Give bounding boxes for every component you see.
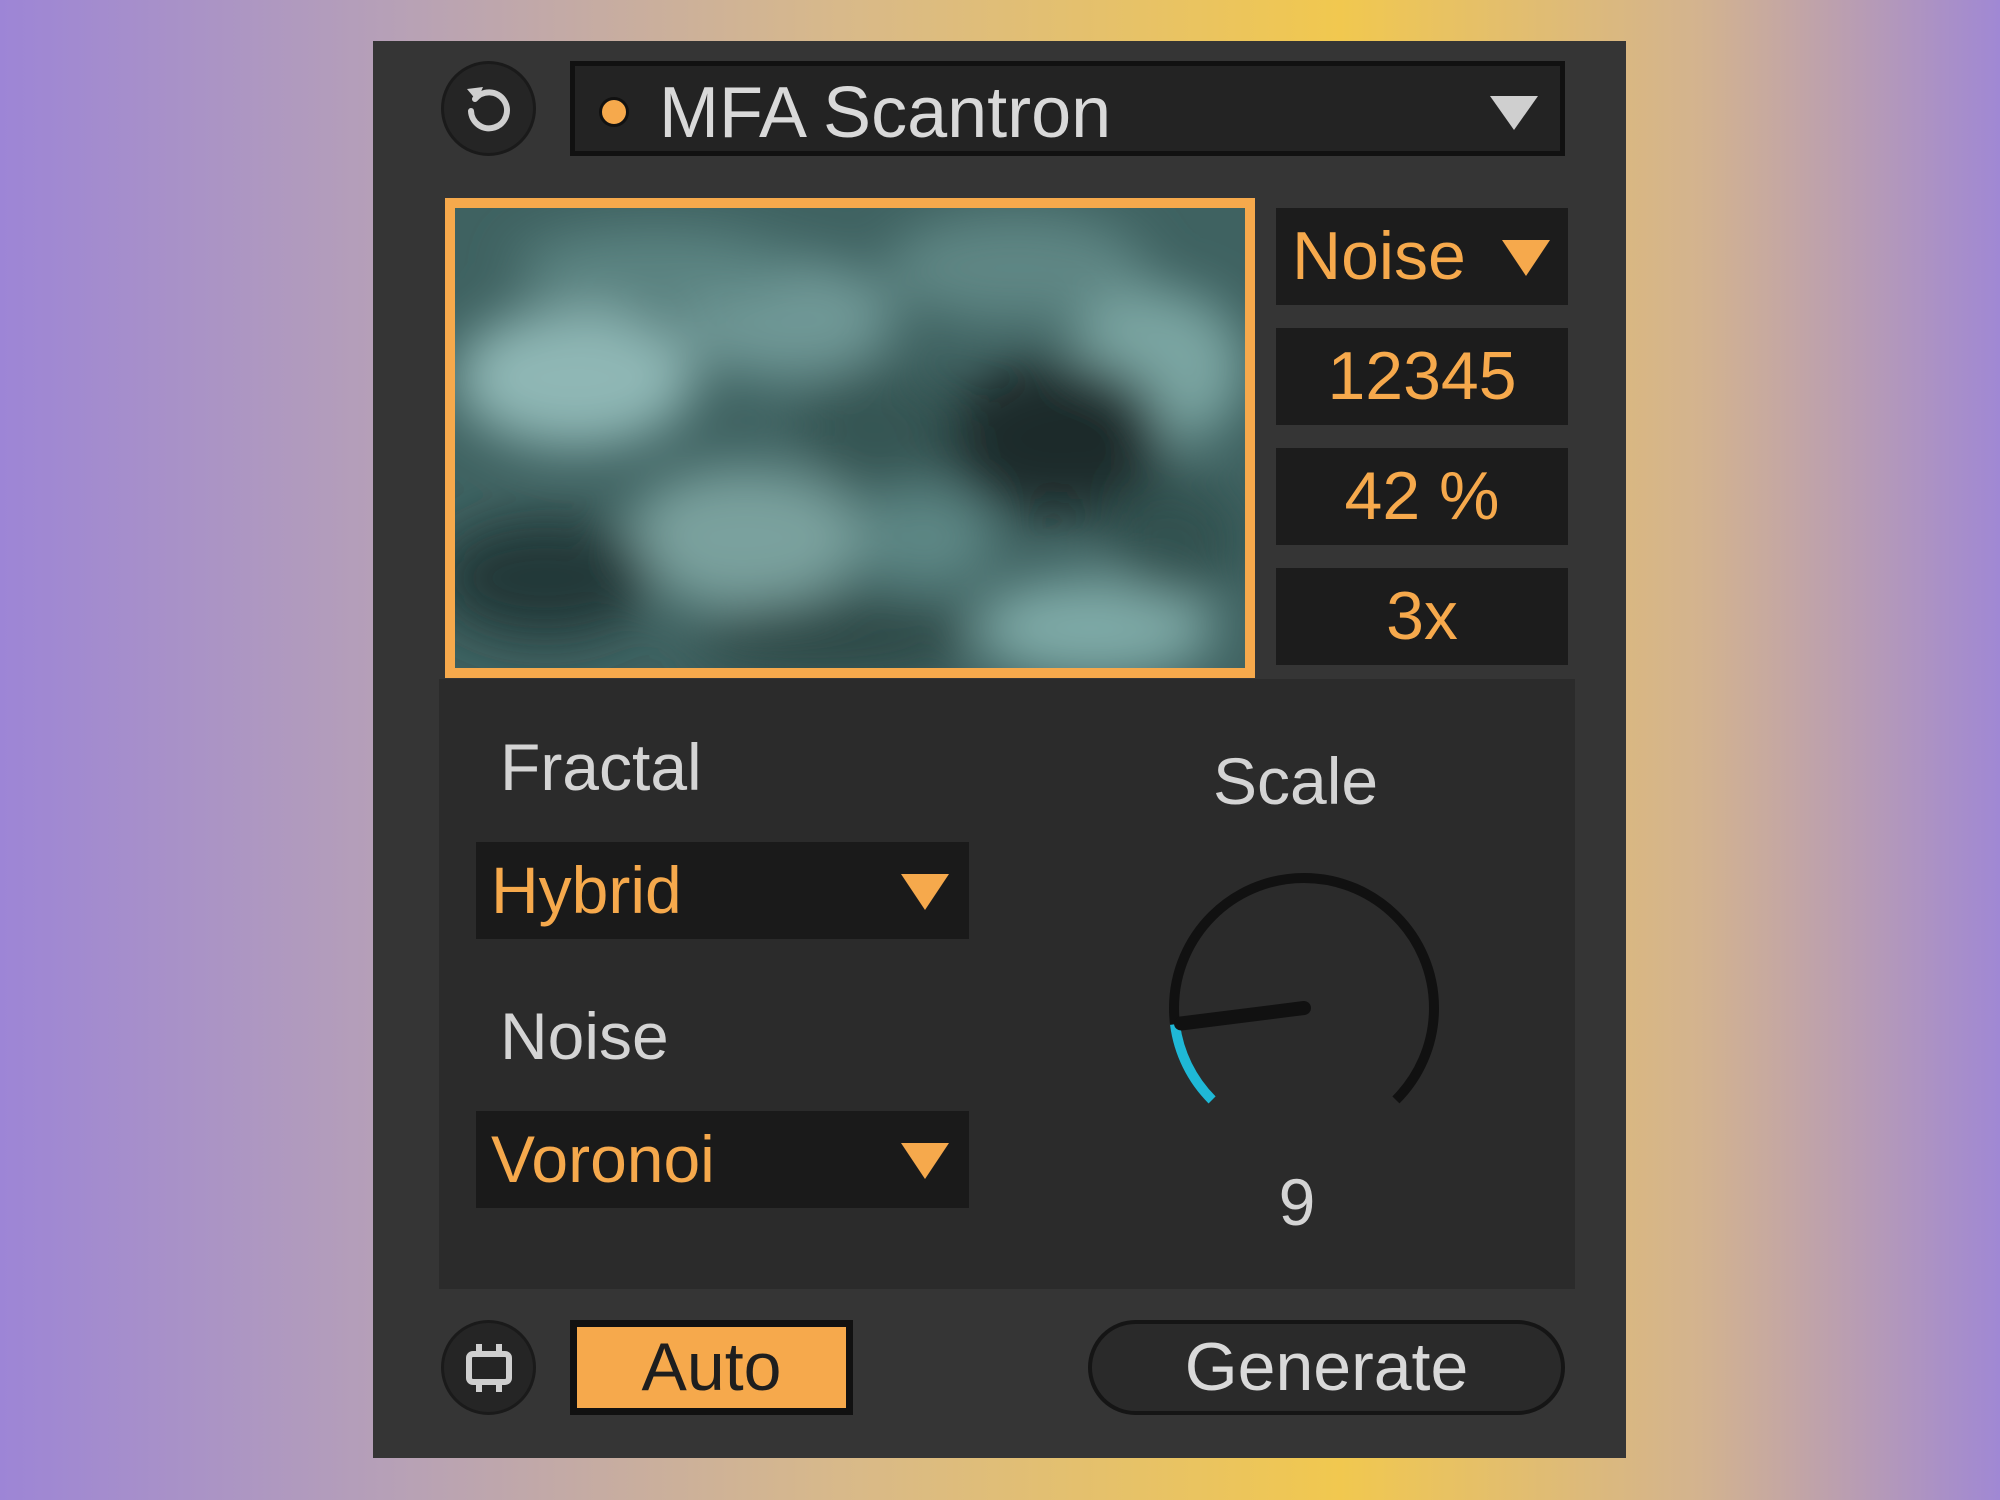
scale-label: Scale: [1213, 744, 1379, 818]
device-name-selector[interactable]: MFA Scantron: [570, 61, 1565, 156]
reset-button[interactable]: [441, 61, 536, 156]
knob-needle: [1174, 1001, 1311, 1031]
hot-swap-button[interactable]: [441, 1320, 536, 1415]
noise-dropdown[interactable]: Voronoi: [476, 1111, 969, 1208]
fractal-dropdown[interactable]: Hybrid: [476, 842, 969, 939]
reset-icon: [466, 86, 510, 131]
generate-button[interactable]: Generate: [1088, 1320, 1565, 1415]
settings-section: Fractal Hybrid Noise Voronoi Scale 9: [439, 679, 1575, 1289]
chevron-down-icon: [901, 874, 949, 910]
noise-preview[interactable]: [445, 198, 1255, 678]
fractal-dropdown-value: Hybrid: [491, 853, 682, 927]
chevron-down-icon: [1490, 96, 1538, 130]
seed-field[interactable]: 12345: [1276, 328, 1568, 425]
mode-selector[interactable]: Noise: [1276, 208, 1568, 305]
knob-track: [1169, 873, 1439, 1104]
device-status-dot: [599, 97, 629, 127]
mode-selector-value: Noise: [1292, 218, 1466, 294]
hot-swap-icon: [465, 1343, 512, 1392]
chevron-down-icon: [901, 1143, 949, 1179]
chevron-down-icon: [1502, 240, 1550, 276]
noise-label: Noise: [500, 999, 669, 1073]
noise-texture-image: [455, 208, 1245, 668]
scale-value: 9: [1278, 1165, 1316, 1239]
scale-knob[interactable]: [1154, 858, 1454, 1158]
noise-dropdown-value: Voronoi: [491, 1122, 715, 1196]
multiplier-field[interactable]: 3x: [1276, 568, 1568, 665]
amount-field[interactable]: 42 %: [1276, 448, 1568, 545]
auto-toggle-label: Auto: [577, 1327, 846, 1408]
knob-fill: [1170, 1023, 1216, 1104]
auto-toggle[interactable]: Auto: [570, 1320, 853, 1415]
device-title: MFA Scantron: [659, 73, 1112, 153]
fractal-label: Fractal: [500, 730, 702, 804]
device-panel: MFA Scantron Noise 12345 42 % 3x Fractal…: [373, 41, 1626, 1458]
